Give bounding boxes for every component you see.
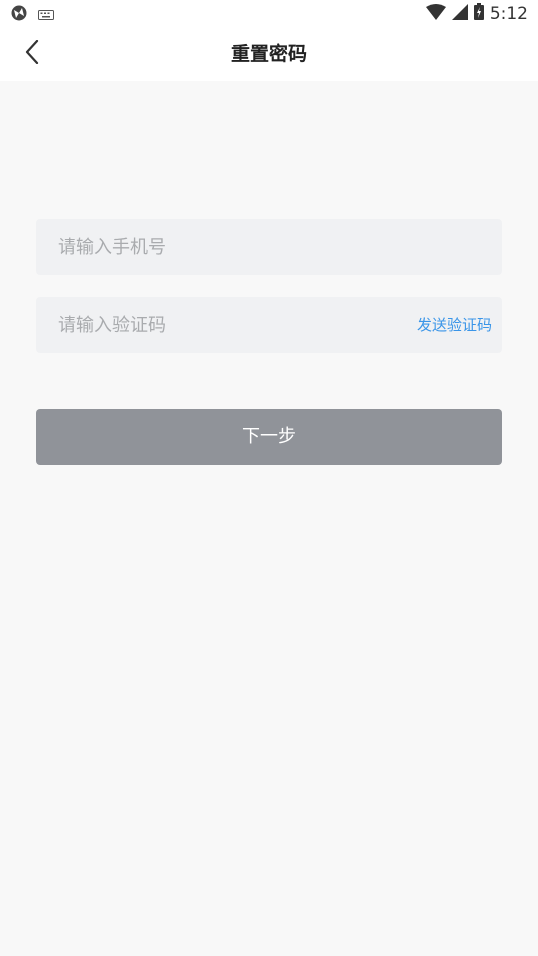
wifi-icon xyxy=(425,3,446,24)
status-right-icons: 5:12 xyxy=(425,3,528,24)
code-field-container: 发送验证码 xyxy=(36,297,502,353)
chevron-left-icon xyxy=(25,39,39,68)
browser-icon xyxy=(10,4,28,26)
page-title: 重置密码 xyxy=(230,43,307,65)
signal-icon xyxy=(451,3,468,24)
status-time: 5:12 xyxy=(489,3,528,24)
keyboard-icon xyxy=(38,6,54,25)
verification-code-input[interactable] xyxy=(58,297,378,353)
send-code-button[interactable]: 发送验证码 xyxy=(417,297,492,353)
status-left-icons xyxy=(10,4,54,26)
header: 重置密码 xyxy=(0,27,538,81)
next-step-button[interactable]: 下一步 xyxy=(36,409,502,465)
reset-password-form: 发送验证码 下一步 xyxy=(0,81,538,956)
phone-input[interactable] xyxy=(58,219,478,275)
status-bar: 5:12 xyxy=(0,0,538,27)
back-button[interactable] xyxy=(14,36,50,72)
phone-field-container xyxy=(36,219,502,275)
battery-icon xyxy=(473,3,484,24)
